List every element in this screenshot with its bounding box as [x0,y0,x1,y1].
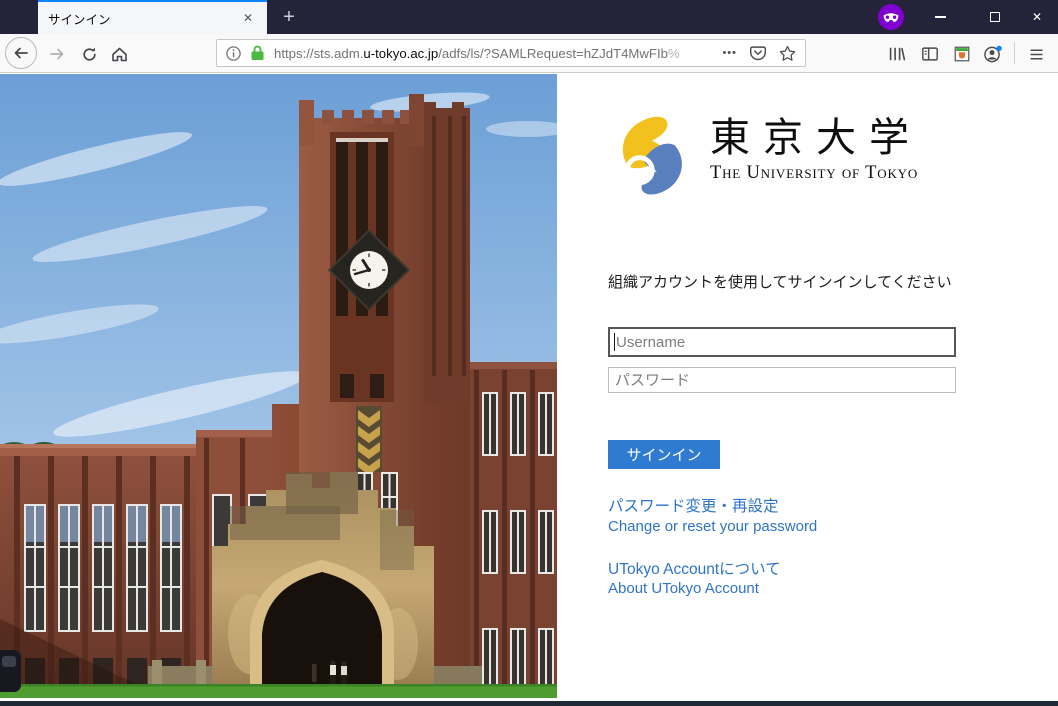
tab-title: サインイン [48,9,239,28]
change-password-link-ja[interactable]: パスワード変更・再設定 [608,494,779,516]
reload-icon [81,46,98,63]
back-button[interactable] [5,37,37,69]
close-window-button[interactable]: ✕ [1016,0,1058,34]
account-icon [983,45,1002,64]
university-name-en: The University of Tokyo [710,163,922,184]
private-browsing-icon [878,4,904,30]
password-input[interactable] [608,367,956,393]
toolbar-separator [1014,42,1015,64]
forward-arrow-icon [49,46,65,62]
window-bottom-border [0,701,1058,706]
extension-button[interactable] [950,42,974,66]
pocket-icon[interactable] [749,44,767,62]
tab-signin[interactable]: サインイン ✕ [38,0,267,34]
url-path: /adfs/ls/?SAMLRequest=hZJdT4MwFIb [438,46,668,61]
menu-button[interactable] [1024,42,1048,66]
extension-icon [953,45,971,63]
new-tab-button[interactable]: + [272,0,306,34]
url-trail: % [668,46,680,61]
url-prefix: https://sts.adm. [274,46,363,61]
lock-icon[interactable] [250,45,265,61]
page-content: 東京大学 The University of Tokyo 組織アカウントを使用し… [0,74,1058,701]
titlebar: サインイン ✕ + ✕ [0,0,1058,34]
change-password-link-en[interactable]: Change or reset your password [608,518,817,535]
page-actions-icon[interactable]: ••• [722,47,737,59]
back-arrow-icon [13,45,29,61]
tab-close-icon[interactable]: ✕ [239,9,257,27]
about-account-link-en[interactable]: About UTokyo Account [608,580,759,597]
library-button[interactable] [884,42,908,66]
university-name: 東京大学 [710,118,922,158]
minimize-icon [935,16,946,18]
library-icon [887,45,905,63]
bookmark-star-icon[interactable] [779,45,796,62]
browser-window: サインイン ✕ + ✕ [0,0,1058,706]
minimize-button[interactable] [918,0,963,34]
sidebar-toggle-button[interactable] [918,42,942,66]
signin-button[interactable]: サインイン [608,440,720,469]
url-domain: u-tokyo.ac.jp [363,46,438,61]
username-input[interactable] [608,327,956,357]
maximize-button[interactable] [972,0,1017,34]
reload-button[interactable] [77,42,101,66]
site-info-icon[interactable] [226,46,241,61]
account-button[interactable] [980,42,1004,66]
about-account-link-ja[interactable]: UTokyo Accountについて [608,557,781,579]
home-icon [111,46,128,63]
url-text: https://sts.adm.u-tokyo.ac.jp/adfs/ls/?S… [274,46,680,61]
forward-button[interactable] [45,42,69,66]
campus-photo [0,74,557,698]
hamburger-menu-icon [1028,46,1045,63]
ginkgo-leaf-icon [612,108,696,202]
login-panel: 東京大学 The University of Tokyo 組織アカウントを使用し… [557,74,1058,701]
url-bar[interactable]: https://sts.adm.u-tokyo.ac.jp/adfs/ls/?S… [216,39,806,67]
navigation-toolbar: https://sts.adm.u-tokyo.ac.jp/adfs/ls/?S… [0,34,1058,73]
maximize-icon [990,12,1000,22]
campus-photo-illustration [0,74,557,698]
utokyo-logo: 東京大学 The University of Tokyo [612,108,922,202]
signin-instruction: 組織アカウントを使用してサインインしてください [608,271,952,292]
sidebar-icon [921,45,939,63]
text-caret [614,333,615,351]
home-button[interactable] [107,42,131,66]
